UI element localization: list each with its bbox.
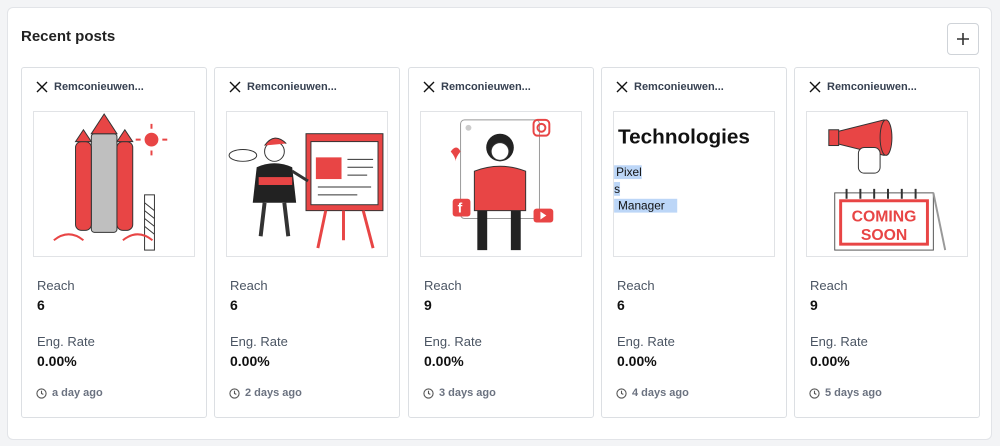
- reach-value: 6: [230, 297, 238, 313]
- clock-icon: [809, 387, 820, 399]
- soon-text: SOON: [861, 227, 907, 244]
- eng-rate-value: 0.00%: [424, 353, 464, 369]
- post-card[interactable]: Remconieuwen... Reach 6 Eng. Rate 0.00% …: [21, 67, 207, 418]
- post-time: 4 days ago: [616, 387, 689, 399]
- x-twitter-icon: [616, 81, 628, 93]
- post-account: Remconieuwen...: [423, 81, 531, 93]
- post-image-text-screenshot[interactable]: Technologies Pixel s Manager: [613, 111, 775, 257]
- image-line-1: Pixel: [616, 165, 642, 179]
- post-time-text: 5 days ago: [825, 387, 882, 399]
- post-image-social-frame[interactable]: f: [420, 111, 582, 257]
- image-line-2: s: [614, 182, 620, 196]
- reach-label: Reach: [424, 278, 462, 293]
- svg-text:f: f: [458, 201, 463, 216]
- account-name: Remconieuwen...: [247, 81, 337, 93]
- rocket-illustration: [53, 113, 168, 251]
- eng-rate-value: 0.00%: [617, 353, 657, 369]
- post-time-text: 3 days ago: [439, 387, 496, 399]
- post-time-text: 2 days ago: [245, 387, 302, 399]
- account-name: Remconieuwen...: [634, 81, 724, 93]
- eng-rate-label: Eng. Rate: [617, 334, 675, 349]
- painter-easel-illustration: [228, 133, 384, 249]
- coming-text: COMING: [852, 208, 917, 225]
- post-time: 5 days ago: [809, 387, 882, 399]
- clock-icon: [229, 387, 240, 399]
- x-twitter-icon: [229, 81, 241, 93]
- post-card[interactable]: Remconieuwen... COMING SOON Reach 9 Eng.…: [794, 67, 980, 418]
- plus-icon: [957, 33, 969, 45]
- post-account: Remconieuwen...: [809, 81, 917, 93]
- reach-label: Reach: [230, 278, 268, 293]
- post-account: Remconieuwen...: [229, 81, 337, 93]
- reach-label: Reach: [617, 278, 655, 293]
- clock-icon: [36, 387, 47, 399]
- post-card[interactable]: Remconieuwen... Technologies Pixel s Man…: [601, 67, 787, 418]
- post-card[interactable]: Remconieuwen... f Reach 9 Eng. Rate 0.00…: [408, 67, 594, 418]
- eng-rate-label: Eng. Rate: [230, 334, 288, 349]
- post-image-rocket[interactable]: [33, 111, 195, 257]
- post-time: 2 days ago: [229, 387, 302, 399]
- post-account: Remconieuwen...: [36, 81, 144, 93]
- image-heading: Technologies: [618, 126, 750, 149]
- reach-value: 6: [617, 297, 625, 313]
- post-time: 3 days ago: [423, 387, 496, 399]
- reach-value: 9: [810, 297, 818, 313]
- reach-label: Reach: [37, 278, 75, 293]
- post-image-painter[interactable]: [226, 111, 388, 257]
- eng-rate-value: 0.00%: [37, 353, 77, 369]
- post-time: a day ago: [36, 387, 103, 399]
- clock-icon: [423, 387, 434, 399]
- post-time-text: 4 days ago: [632, 387, 689, 399]
- megaphone-coming-soon-illustration: COMING SOON: [828, 119, 947, 251]
- eng-rate-label: Eng. Rate: [424, 334, 482, 349]
- post-image-coming-soon[interactable]: COMING SOON: [806, 111, 968, 257]
- post-card[interactable]: Remconieuwen... Reach 6 Eng. Rate 0.00% …: [214, 67, 400, 418]
- reach-value: 6: [37, 297, 45, 313]
- x-twitter-icon: [36, 81, 48, 93]
- eng-rate-value: 0.00%: [810, 353, 850, 369]
- social-media-frame-illustration: f: [450, 118, 554, 251]
- eng-rate-value: 0.00%: [230, 353, 270, 369]
- clock-icon: [616, 387, 627, 399]
- image-line-3: Manager: [618, 199, 665, 213]
- reach-label: Reach: [810, 278, 848, 293]
- add-post-button[interactable]: [947, 23, 979, 55]
- eng-rate-label: Eng. Rate: [37, 334, 95, 349]
- text-screenshot: Technologies Pixel s Manager: [614, 126, 750, 213]
- panel-title: Recent posts: [21, 28, 116, 45]
- post-account: Remconieuwen...: [616, 81, 724, 93]
- recent-posts-panel: Recent posts Remconieuwen... Reach 6 Eng…: [7, 7, 992, 440]
- eng-rate-label: Eng. Rate: [810, 334, 868, 349]
- x-twitter-icon: [423, 81, 435, 93]
- post-time-text: a day ago: [52, 387, 103, 399]
- reach-value: 9: [424, 297, 432, 313]
- x-twitter-icon: [809, 81, 821, 93]
- account-name: Remconieuwen...: [441, 81, 531, 93]
- account-name: Remconieuwen...: [827, 81, 917, 93]
- account-name: Remconieuwen...: [54, 81, 144, 93]
